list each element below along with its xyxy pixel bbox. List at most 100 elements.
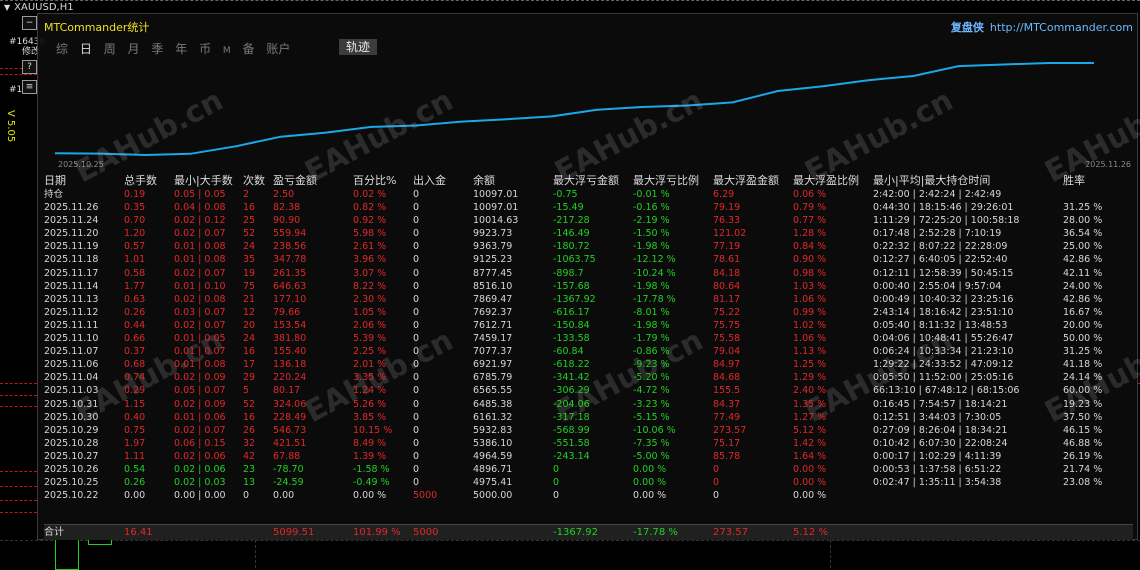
- hold-time-cell: 0:00:53 | 1:37:58 | 6:51:22: [873, 463, 1002, 475]
- minmax-lots-cell: 0.06 | 0.15: [174, 437, 226, 449]
- winrate-cell: 60.00 %: [1063, 385, 1103, 397]
- date-cell: 2025.10.30: [44, 411, 99, 423]
- io-cell: 0: [413, 280, 420, 292]
- max-loss-cell: -217.28: [553, 215, 590, 227]
- max-loss-cell: -341.42: [553, 372, 590, 384]
- column-header: 最大浮亏金额: [553, 174, 619, 187]
- max-gain-pct-cell: 1.02 %: [793, 319, 827, 331]
- date-cell: 2025.11.12: [44, 306, 99, 318]
- tab-overall[interactable]: 综: [56, 42, 68, 56]
- max-loss-pct-cell: -2.19 %: [633, 215, 670, 227]
- balance-cell: 5386.10: [473, 437, 513, 449]
- max-loss-cell: -180.72: [553, 241, 590, 253]
- grid-line: [0, 540, 1140, 541]
- tab-day[interactable]: 日: [80, 42, 92, 56]
- max-loss-cell: -150.84: [553, 319, 590, 331]
- collapse-button[interactable]: −: [22, 16, 37, 30]
- date-cell: 2025.10.31: [44, 398, 99, 410]
- balance-cell: 6161.32: [473, 411, 513, 423]
- minmax-lots-cell: 0.02 | 0.06: [174, 463, 226, 475]
- hold-time-cell: 66:13:10 | 67:48:12 | 68:15:06: [873, 385, 1020, 397]
- candle-body: [55, 539, 79, 570]
- max-loss-pct-cell: -4.72 %: [633, 385, 670, 397]
- max-loss-pct-cell: -5.20 %: [633, 372, 670, 384]
- trail-button[interactable]: 轨迹: [339, 39, 377, 55]
- tab-magic[interactable]: M: [223, 46, 231, 56]
- lots-cell: 0.44: [124, 319, 146, 331]
- max-gain-cell: 6.29: [713, 189, 735, 200]
- count-cell: 32: [243, 437, 256, 449]
- lots-cell: 0.37: [124, 346, 146, 358]
- count-cell: 16: [243, 411, 256, 423]
- balance-cell: 7077.37: [473, 346, 513, 358]
- count-cell: 25: [243, 215, 256, 227]
- price-level-line: [0, 486, 37, 487]
- pnl-cell: 421.51: [273, 437, 307, 449]
- count-cell: 29: [243, 372, 256, 384]
- menu-button[interactable]: ≡: [22, 80, 37, 94]
- lots-cell: 0.57: [124, 241, 146, 253]
- balance-cell: 8516.10: [473, 280, 513, 292]
- date-cell: 2025.11.18: [44, 254, 99, 266]
- help-button[interactable]: ?: [22, 60, 37, 74]
- total-pct: 101.99 %: [353, 527, 401, 538]
- count-cell: 20: [243, 319, 256, 331]
- count-cell: 23: [243, 463, 256, 475]
- tab-year[interactable]: 年: [175, 42, 187, 56]
- max-loss-pct-cell: -10.06 %: [633, 424, 676, 436]
- table-row: 2025.10.31 1.15 0.02 | 0.09 52 324.06 5.26 % 0…: [44, 398, 1133, 411]
- date-cell: 持仓: [44, 189, 64, 200]
- balance-cell: 4964.59: [473, 450, 513, 462]
- minmax-lots-cell: 0.02 | 0.12: [174, 215, 226, 227]
- column-header: 次数: [243, 174, 265, 187]
- minmax-lots-cell: 0.01 | 0.08: [174, 254, 226, 266]
- balance-cell: 7612.71: [473, 319, 513, 331]
- pnl-cell: 347.78: [273, 254, 307, 266]
- tab-month[interactable]: 月: [128, 42, 140, 56]
- max-gain-cell: 0: [713, 477, 720, 489]
- max-loss-cell: -317.18: [553, 411, 590, 423]
- lots-cell: 1.77: [124, 280, 146, 292]
- count-cell: 0: [243, 490, 250, 502]
- pnl-cell: 79.66: [273, 306, 301, 318]
- max-gain-cell: 81.17: [713, 293, 741, 305]
- dropdown-triangle-icon[interactable]: ▼: [4, 3, 10, 12]
- pnl-cell: 324.06: [273, 398, 307, 410]
- table-row: 2025.11.18 1.01 0.01 | 0.08 35 347.78 3.96 % 0…: [44, 253, 1133, 266]
- column-header: 盈亏金额: [273, 174, 317, 187]
- hold-time-cell: 0:00:17 | 1:02:29 | 4:11:39: [873, 450, 1002, 462]
- brand-link[interactable]: http://MTCommander.com: [990, 21, 1133, 34]
- minmax-lots-cell: 0.01 | 0.08: [174, 241, 226, 253]
- balance-cell: 9125.23: [473, 254, 513, 266]
- io-cell: 0: [413, 437, 420, 449]
- total-lots: 16.41: [124, 527, 153, 538]
- tab-note[interactable]: 备: [243, 42, 255, 56]
- max-loss-pct-cell: -8.01 %: [633, 306, 670, 318]
- hold-time-cell: 0:44:30 | 18:15:46 | 29:26:01: [873, 202, 1014, 214]
- tab-currency[interactable]: 币: [199, 42, 211, 56]
- winrate-cell: 28.00 %: [1063, 215, 1103, 227]
- max-gain-pct-cell: 1.29 %: [793, 372, 827, 384]
- tab-quarter[interactable]: 季: [151, 42, 163, 56]
- max-loss-cell: -133.58: [553, 333, 590, 345]
- date-cell: 2025.10.22: [44, 490, 99, 502]
- balance-cell: 4975.41: [473, 477, 513, 489]
- date-cell: 2025.11.13: [44, 293, 99, 305]
- date-cell: 2025.10.26: [44, 463, 99, 475]
- io-cell: 0: [413, 306, 420, 318]
- max-loss-pct-cell: -10.24 %: [633, 267, 676, 279]
- io-cell: 0: [413, 267, 420, 279]
- max-gain-pct-cell: 1.06 %: [793, 333, 827, 345]
- max-gain-pct-cell: 1.13 %: [793, 346, 827, 358]
- tab-week[interactable]: 周: [104, 42, 116, 56]
- holding-row: 持仓 0.19 0.05 | 0.05 2 2.50 0.02 % 0 10097.01 -0.…: [44, 188, 1133, 201]
- max-gain-pct-cell: 5.12 %: [793, 424, 827, 436]
- tab-account[interactable]: 账户: [266, 42, 290, 56]
- balance-cell: 7869.47: [473, 293, 513, 305]
- hold-time-cell: 0:06:24 | 10:33:34 | 21:23:10: [873, 346, 1014, 358]
- winrate-cell: 42.11 %: [1063, 267, 1103, 279]
- table-row: 2025.10.28 1.97 0.06 | 0.15 32 421.51 8.49 % 0…: [44, 437, 1133, 450]
- pnl-cell: 90.90: [273, 215, 301, 227]
- lots-cell: 1.01: [124, 254, 146, 266]
- max-gain-pct-cell: 1.27 %: [793, 411, 827, 423]
